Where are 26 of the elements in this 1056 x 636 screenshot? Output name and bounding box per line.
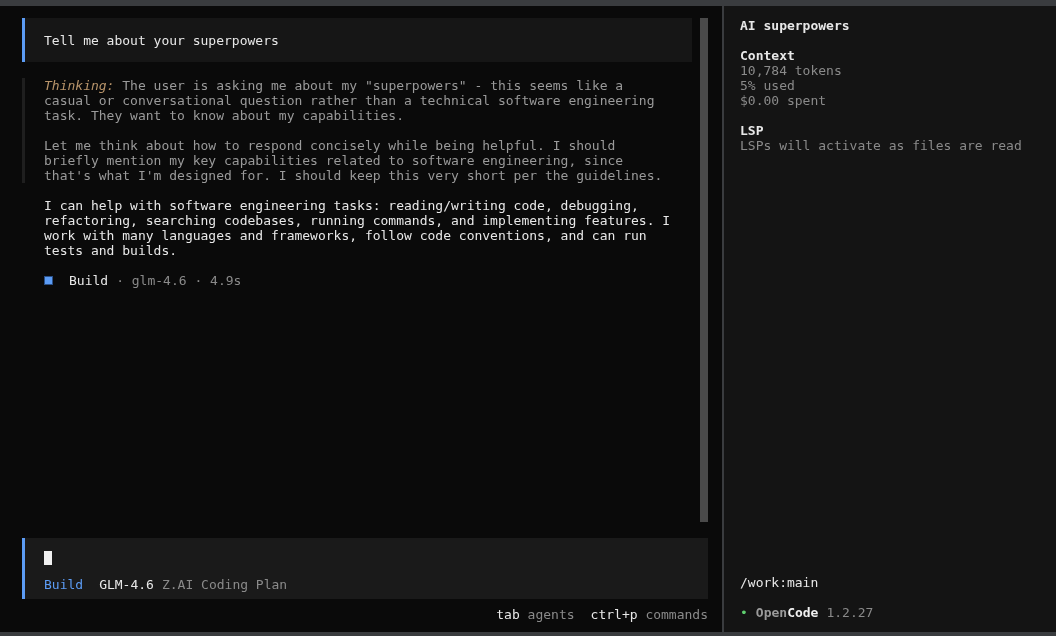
status-dot: •	[740, 605, 748, 620]
agent-selector[interactable]: Build	[44, 577, 84, 592]
app-name: OpenCode	[755, 605, 819, 620]
thinking-text: Let me think about how to respond concisely while being helpful. I should briefly mention my key capabilities related to software engineering, since that's what I'm designed for. I should keep this very short per the guidelines.	[44, 138, 664, 183]
working-path: /work:main	[740, 575, 820, 590]
model-info: · glm-4.6 · 4.9s	[116, 273, 242, 288]
square-icon	[44, 276, 53, 285]
section-heading: Context	[740, 48, 796, 63]
prompt-input[interactable]: Build GLM-4.6 Z.AI Coding Plan	[22, 538, 708, 599]
scrollbar[interactable]	[700, 18, 708, 522]
shortcut-hint: tab agents	[496, 607, 575, 622]
agent-name: Build	[69, 273, 109, 288]
text-cursor	[44, 551, 52, 565]
section-heading: LSP	[740, 123, 765, 138]
thinking-text: Thinking: The user is asking me about my "superpowers" - this seems like a casual or conversational question rather than a technical software engineering task. They want to know about my capabilities.	[44, 78, 656, 123]
provider-name: Z.AI Coding Plan	[161, 577, 288, 592]
section-line: 5% used	[740, 78, 796, 93]
shortcut-hint: ctrl+p commands	[590, 607, 708, 622]
section-line: 10,784 tokens	[740, 63, 843, 78]
section-line: LSPs will activate as files are read	[740, 138, 1023, 153]
user-message: Tell me about your superpowers	[22, 18, 692, 62]
section-line: $0.00 spent	[740, 93, 828, 108]
app-version: 1.2.27	[826, 605, 874, 620]
model-name: GLM-4.6	[99, 577, 154, 592]
assistant-message: I can help with software engineering tasks: reading/writing code, debugging, refactoring, searching codebases, running commands, and implementing features. I work with many languages and frameworks, follow code conventions, and can run tests and builds.	[44, 198, 672, 258]
session-title: AI superpowers	[740, 18, 851, 33]
